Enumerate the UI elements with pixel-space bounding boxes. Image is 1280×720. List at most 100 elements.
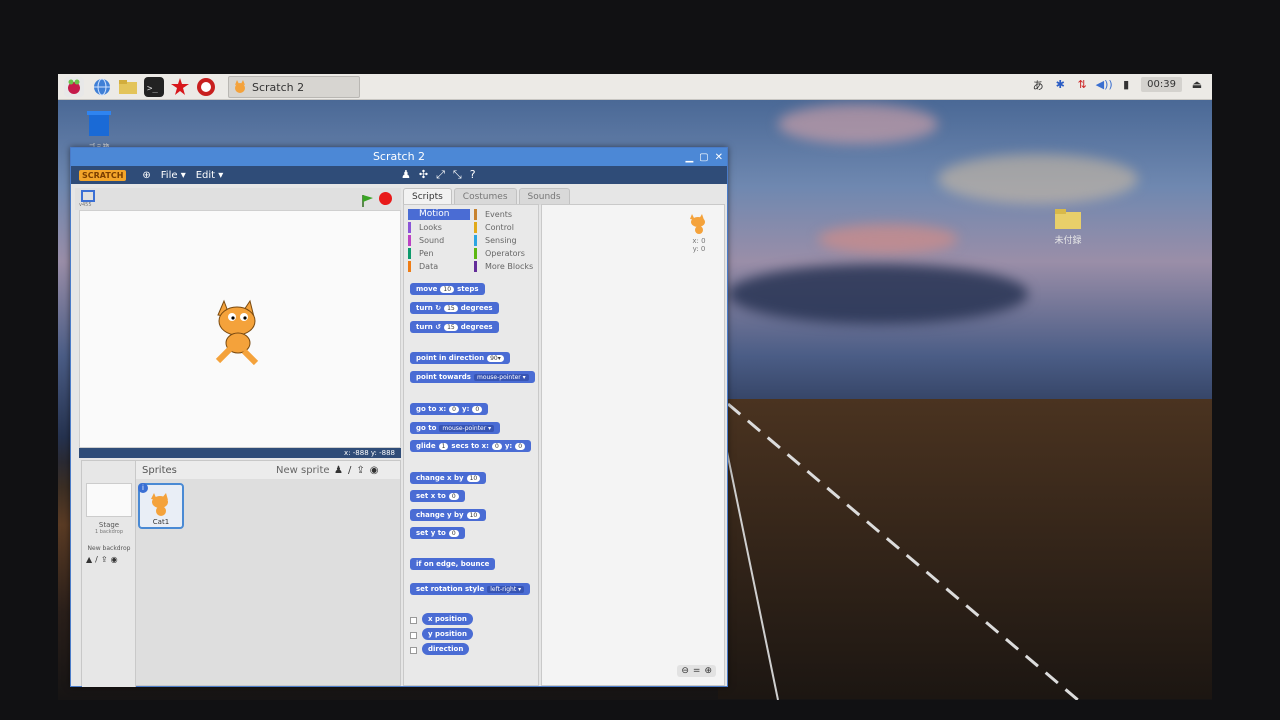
block-turn-left[interactable]: turn ↺ 15 degrees [410, 321, 499, 333]
eject-icon[interactable]: ⏏ [1190, 78, 1204, 92]
block-dropdown[interactable]: mouse-pointer ▾ [439, 424, 495, 432]
paint-backdrop-icon[interactable]: ▲ [86, 555, 92, 564]
ime-indicator[interactable]: あ [1031, 78, 1045, 92]
tab-costumes[interactable]: Costumes [453, 188, 517, 205]
category-sensing[interactable]: Sensing [474, 235, 536, 246]
scripts-area[interactable]: x: 0 y: 0 ⊖ = ⊕ [541, 204, 725, 686]
stage-backdrop-count: 1 backdrop [94, 529, 123, 535]
file-manager-icon[interactable] [118, 77, 138, 97]
category-data[interactable]: Data [408, 261, 470, 272]
edit-menu[interactable]: Edit ▾ [196, 170, 224, 181]
block-arg-y[interactable]: 0 [515, 442, 526, 450]
category-control[interactable]: Control [474, 222, 536, 233]
block-turn-right[interactable]: turn ↻ 15 degrees [410, 302, 499, 314]
terminal-icon[interactable]: >_ [144, 77, 164, 97]
trash-desktop-icon[interactable]: ゴミ箱 [84, 108, 114, 151]
block-move[interactable]: move 10 steps [410, 283, 485, 295]
cat-sprite-on-stage[interactable] [210, 293, 274, 365]
block-arg[interactable]: 0 [448, 492, 459, 500]
category-sound[interactable]: Sound [408, 235, 470, 246]
block-arg-secs[interactable]: 1 [438, 442, 449, 450]
block-arg[interactable]: 10 [466, 511, 481, 519]
block-arg-x[interactable]: 0 [491, 442, 502, 450]
bluetooth-icon[interactable]: ✱ [1053, 78, 1067, 92]
wolfram-icon[interactable] [196, 77, 216, 97]
block-point-in-direction[interactable]: point in direction 90▾ [410, 352, 510, 364]
block-arg[interactable]: 0 [448, 529, 459, 537]
checkbox-y-position[interactable] [410, 632, 417, 639]
block-set-rotation-style[interactable]: set rotation style left-right ▾ [410, 583, 531, 595]
clock[interactable]: 00:39 [1141, 77, 1182, 92]
reporter-y-position[interactable]: y position [422, 628, 473, 640]
duplicate-tool-icon[interactable]: ♟ [401, 168, 411, 182]
block-go-to-xy[interactable]: go to x: 0 y: 0 [410, 403, 489, 415]
zoom-in-icon[interactable]: ⊕ [704, 666, 712, 676]
file-menu[interactable]: File ▾ [161, 170, 186, 181]
tab-scripts[interactable]: Scripts [403, 188, 452, 205]
maximize-icon[interactable]: ▢ [699, 149, 708, 167]
window-titlebar[interactable]: Scratch 2 ▁ ▢ ✕ [71, 148, 727, 166]
block-go-to[interactable]: go to mouse-pointer ▾ [410, 422, 501, 434]
block-dropdown[interactable]: mouse-pointer ▾ [473, 373, 529, 381]
sprite-tile-cat1[interactable]: i Cat1 [138, 483, 184, 529]
volume-icon[interactable]: ◀)) [1096, 78, 1113, 92]
block-point-towards[interactable]: point towards mouse-pointer ▾ [410, 371, 535, 383]
checkbox-direction[interactable] [410, 647, 417, 654]
stage-thumbnail[interactable] [86, 483, 132, 517]
block-dropdown[interactable]: left-right ▾ [487, 585, 525, 593]
delete-tool-icon[interactable]: ✣ [419, 168, 428, 182]
block-set-y[interactable]: set y to 0 [410, 527, 465, 539]
block-set-x[interactable]: set x to 0 [410, 490, 465, 502]
grow-tool-icon[interactable]: ⤢ [436, 168, 445, 182]
tab-sounds[interactable]: Sounds [518, 188, 570, 205]
stop-sign-icon[interactable] [379, 192, 392, 205]
minimize-icon[interactable]: ▁ [685, 149, 693, 167]
camera-sprite-icon[interactable]: ◉ [370, 465, 379, 476]
reporter-direction[interactable]: direction [422, 643, 470, 655]
block-arg[interactable]: 90▾ [487, 354, 504, 362]
block-change-y[interactable]: change y by 10 [410, 509, 487, 521]
paint-sprite-icon[interactable]: / [348, 465, 351, 476]
reporter-x-position[interactable]: x position [422, 613, 473, 625]
category-looks[interactable]: Looks [408, 222, 470, 233]
block-arg-x[interactable]: 0 [449, 405, 459, 413]
category-pen[interactable]: Pen [408, 248, 470, 259]
block-arg-y[interactable]: 0 [472, 405, 483, 413]
upload-sprite-icon[interactable]: ⇪ [356, 465, 364, 476]
category-motion[interactable]: Motion [408, 209, 470, 220]
upload-backdrop-icon[interactable]: ⇪ [101, 555, 108, 564]
sprite-library-icon[interactable]: ♟ [334, 465, 343, 476]
category-events[interactable]: Events [474, 209, 536, 220]
sprite-name: Cat1 [152, 518, 170, 526]
sprite-info-icon[interactable]: i [138, 483, 148, 493]
block-glide[interactable]: glide 1 secs to x: 0 y: 0 [410, 440, 532, 452]
category-operators[interactable]: Operators [474, 248, 536, 259]
stage-canvas[interactable] [79, 210, 401, 448]
help-tool-icon[interactable]: ? [470, 168, 476, 182]
raspberry-menu-icon[interactable] [64, 77, 84, 97]
folder-desktop-icon[interactable]: 未付録 [1048, 206, 1088, 246]
math-kernel-icon[interactable] [170, 77, 190, 97]
language-globe-icon[interactable]: ⊕ [142, 170, 150, 181]
close-icon[interactable]: ✕ [715, 149, 723, 167]
draw-backdrop-icon[interactable]: / [95, 555, 98, 564]
block-if-on-edge-bounce[interactable]: if on edge, bounce [410, 558, 496, 570]
block-arg[interactable]: 15 [444, 323, 458, 331]
fullscreen-stage-icon[interactable] [81, 190, 95, 202]
checkbox-x-position[interactable] [410, 617, 417, 624]
zoom-reset-icon[interactable]: = [693, 666, 701, 676]
block-arg[interactable]: 15 [444, 304, 458, 312]
block-arg[interactable]: 10 [440, 285, 455, 293]
camera-backdrop-icon[interactable]: ◉ [111, 555, 118, 564]
scratch-logo[interactable]: SCRATCH [79, 169, 127, 181]
taskbar-scratch-task[interactable]: Scratch 2 [228, 76, 360, 98]
web-browser-icon[interactable] [92, 77, 112, 97]
block-arg[interactable]: 10 [466, 474, 481, 482]
category-more-blocks[interactable]: More Blocks [474, 261, 536, 272]
new-sprite-tools: ♟ / ⇪ ◉ [334, 465, 378, 476]
block-change-x[interactable]: change x by 10 [410, 472, 487, 484]
green-flag-icon[interactable] [361, 192, 373, 211]
zoom-out-icon[interactable]: ⊖ [681, 666, 689, 676]
shrink-tool-icon[interactable]: ⤡ [453, 168, 462, 182]
network-disconnected-icon[interactable]: ⇅ [1075, 78, 1089, 92]
